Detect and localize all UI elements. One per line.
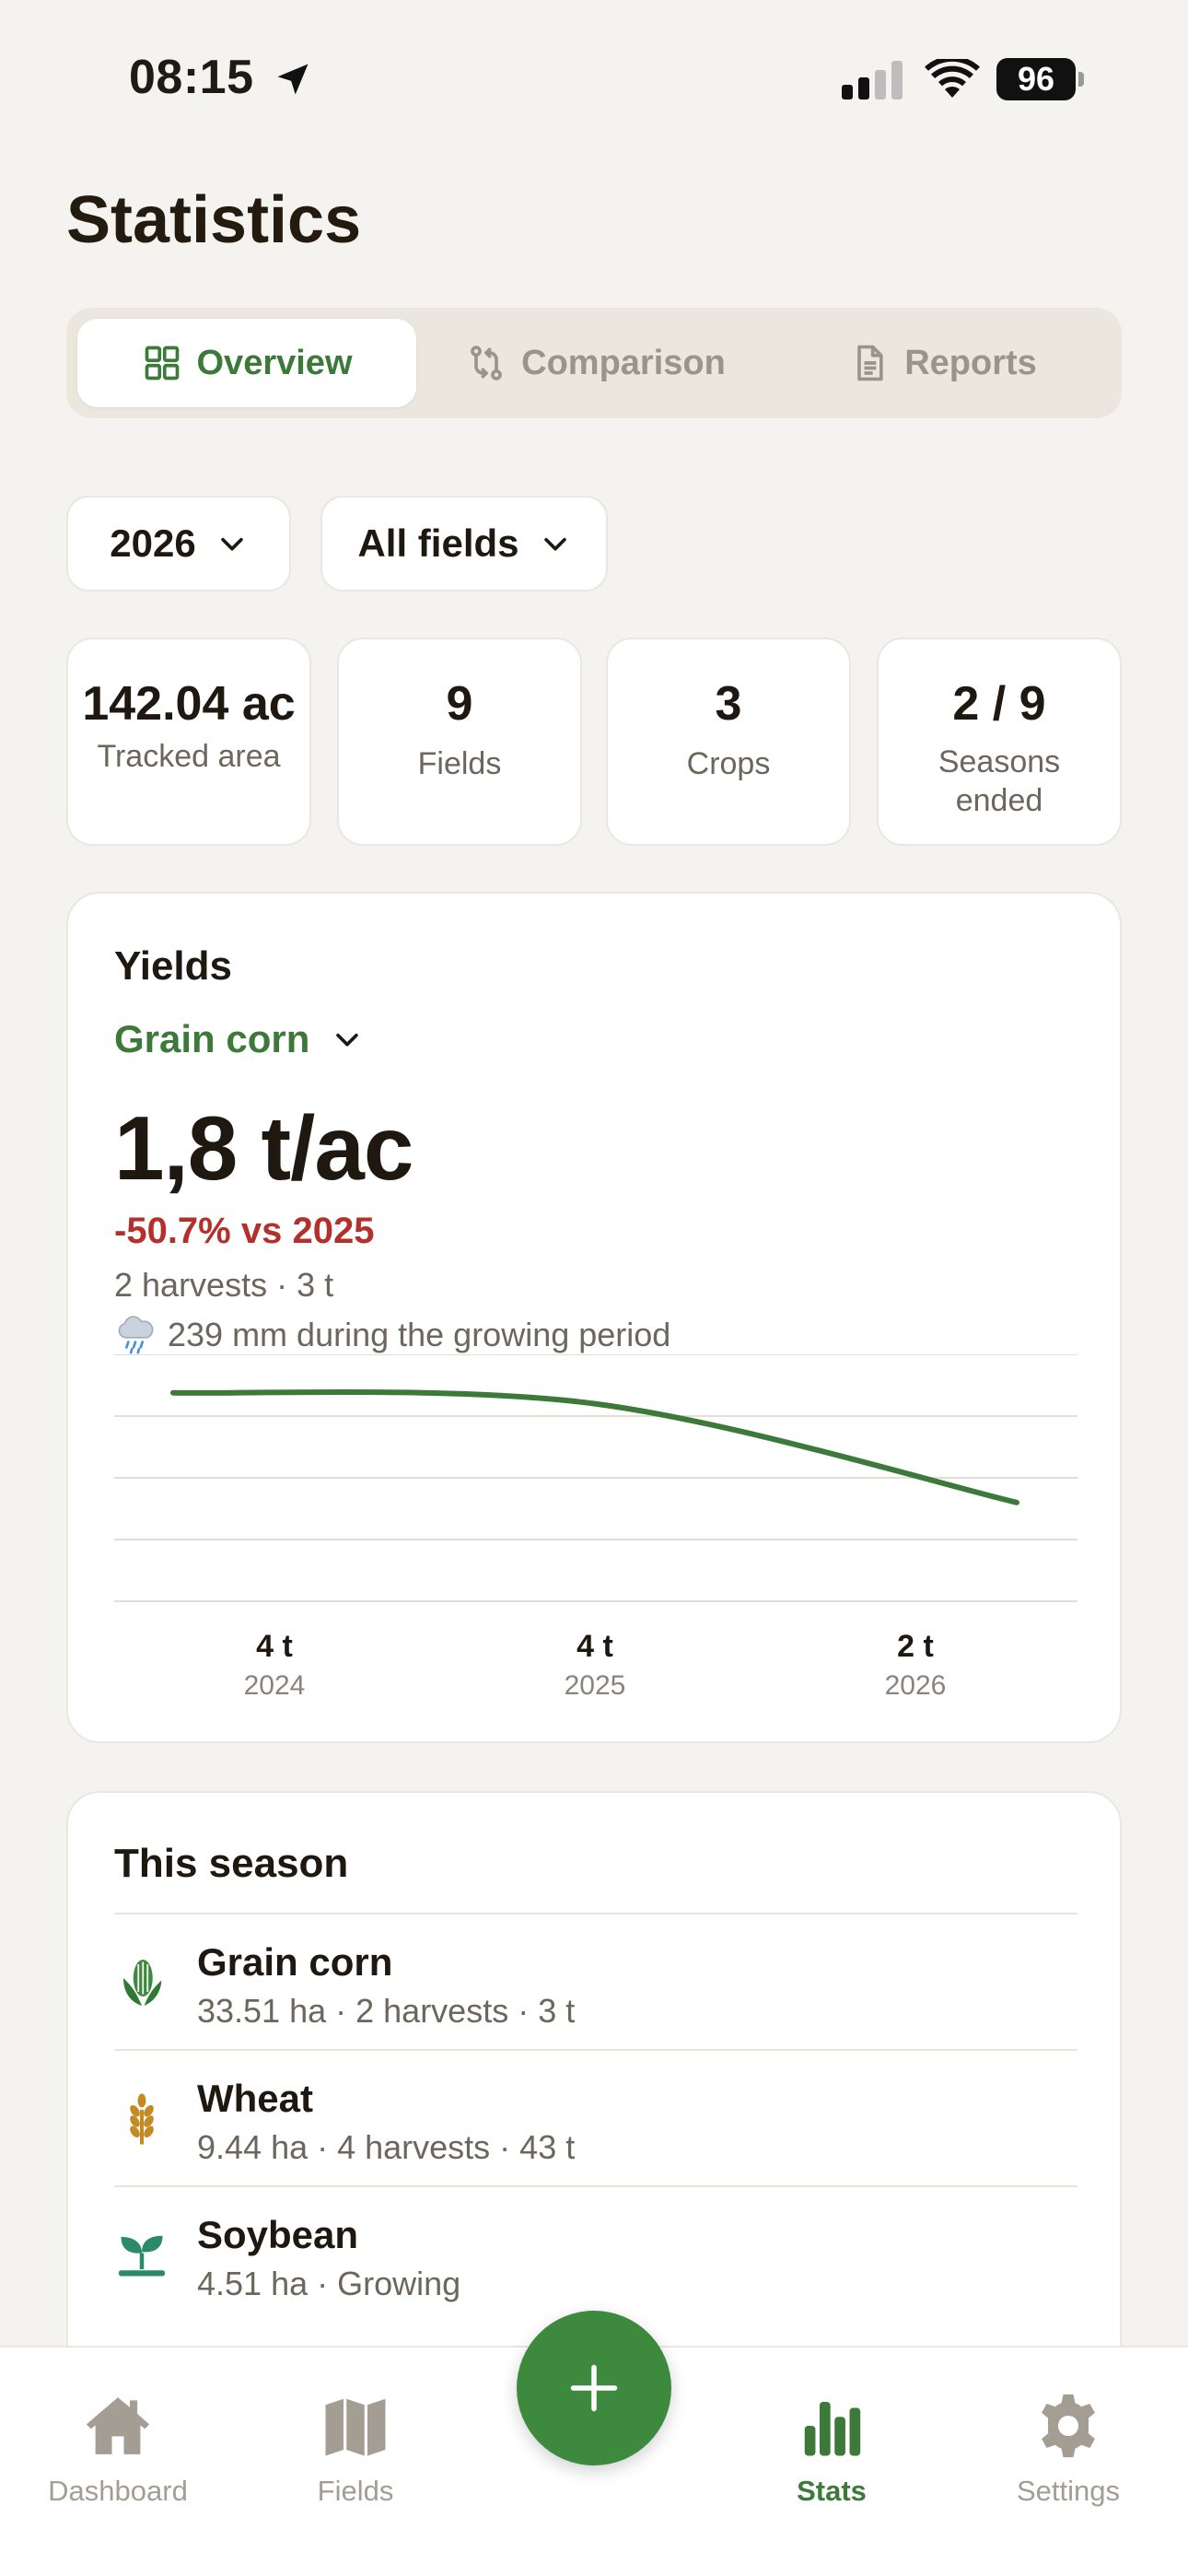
stat-card-tracked-area: 142.04 ac Tracked area: [66, 638, 311, 846]
chart-tick-label: 2026: [884, 1670, 947, 1701]
season-title: This season: [114, 1841, 349, 1886]
nav-dashboard[interactable]: Dashboard: [17, 2390, 219, 2508]
sprout-icon: [119, 2235, 165, 2277]
grid-icon: [145, 345, 179, 381]
year-filter-dropdown[interactable]: 2026: [66, 496, 291, 591]
chart-data-label: 4 t: [577, 1629, 613, 1664]
segmented-tabs: Overview Comparison Reports: [66, 308, 1122, 418]
cellular-signal-icon: [842, 61, 903, 100]
map-icon: [325, 2398, 386, 2456]
stat-label: Crops: [686, 746, 771, 781]
status-time: 08:15: [129, 51, 254, 104]
tab-overview[interactable]: Overview: [77, 319, 416, 407]
stat-value: 142.04 ac: [82, 677, 296, 731]
season-crop-meta: 9.44 ha · 4 harvests · 43 t: [197, 2128, 576, 2166]
stat-value: 9: [446, 677, 473, 731]
nav-fields-label: Fields: [317, 2475, 394, 2507]
nav-stats[interactable]: Stats: [730, 2390, 933, 2508]
wifi-icon: [925, 59, 980, 98]
tab-overview-label: Overview: [196, 343, 353, 382]
season-crop-name: Soybean: [197, 2213, 359, 2256]
nav-settings-label: Settings: [1016, 2475, 1120, 2507]
yields-title: Yields: [114, 943, 232, 989]
battery-tip: [1078, 72, 1084, 87]
rainfall-text: 239 mm during the growing period: [168, 1316, 671, 1353]
year-filter-value: 2026: [110, 521, 196, 565]
corn-icon: [123, 1960, 162, 2006]
stat-card-fields: 9 Fields: [337, 638, 582, 846]
yield-delta: -50.7% vs 2025: [114, 1211, 375, 1251]
bar-chart-icon: [804, 2402, 861, 2456]
chart-tick-label: 2024: [243, 1670, 306, 1701]
location-arrow-icon: [277, 64, 309, 95]
fields-filter-value: All fields: [357, 521, 519, 565]
crop-selector-dropdown[interactable]: Grain corn: [114, 1017, 363, 1061]
season-crop-name: Wheat: [197, 2077, 313, 2120]
season-crop-row[interactable]: Wheat 9.44 ha · 4 harvests · 43 t: [114, 2049, 1077, 2185]
season-crop-row[interactable]: Grain corn 33.51 ha · 2 harvests · 3 t: [114, 1913, 1077, 2049]
rain-cloud-icon: [118, 1316, 154, 1354]
stat-value: 3: [715, 677, 742, 731]
chevron-down-icon: [220, 537, 243, 551]
status-bar: 08:15 96: [0, 0, 1188, 157]
harvest-summary: 2 harvests · 3 t: [114, 1266, 334, 1304]
battery-indicator: 96: [996, 58, 1085, 100]
season-crop-meta: 4.51 ha · Growing: [197, 2265, 461, 2302]
plus-icon: [570, 2364, 618, 2412]
gear-icon: [1042, 2394, 1095, 2458]
yields-card: Yields Grain corn 1,8 t/ac -50.7% vs 202…: [66, 892, 1122, 1743]
rainfall-info: 239 mm during the growing period: [114, 1314, 670, 1356]
nav-settings[interactable]: Settings: [967, 2390, 1170, 2508]
tab-comparison[interactable]: Comparison: [425, 319, 766, 407]
stat-card-seasons-ended: 2 / 9 Seasons ended: [877, 638, 1122, 846]
tab-comparison-label: Comparison: [521, 343, 726, 382]
stat-label: Tracked area: [97, 739, 281, 774]
tab-reports-label: Reports: [904, 343, 1037, 382]
chart-tick-label: 2025: [564, 1670, 626, 1701]
chart-data-label: 2 t: [897, 1629, 934, 1664]
yield-value: 1,8 t/ac: [114, 1097, 413, 1199]
chevron-down-icon: [336, 1033, 359, 1047]
stat-label: Seasons ended: [938, 744, 1061, 818]
add-button[interactable]: [517, 2311, 671, 2465]
chart-x-label: 4 t 2024: [182, 1629, 367, 1702]
season-crop-name: Grain corn: [197, 1940, 393, 1984]
page-title: Statistics: [66, 183, 362, 257]
season-crop-row[interactable]: Soybean 4.51 ha · Growing: [114, 2185, 1077, 2322]
document-icon: [857, 345, 883, 381]
home-icon: [86, 2397, 150, 2454]
chart-x-label: 2 t 2026: [823, 1629, 1007, 1702]
stat-label: Fields: [417, 746, 502, 781]
stat-card-crops: 3 Crops: [606, 638, 851, 846]
yield-line-chart: [114, 1354, 1077, 1602]
crop-selector-value: Grain corn: [114, 1017, 310, 1060]
nav-fields[interactable]: Fields: [254, 2390, 457, 2508]
yield-series-line: [170, 1388, 1019, 1505]
season-crop-meta: 33.51 ha · 2 harvests · 3 t: [197, 1992, 576, 2030]
compare-icon: [471, 345, 503, 381]
tab-reports[interactable]: Reports: [775, 319, 1111, 407]
nav-dashboard-label: Dashboard: [48, 2475, 188, 2507]
stat-value: 2 / 9: [952, 677, 1046, 731]
wheat-icon: [130, 2093, 154, 2145]
chart-data-label: 4 t: [256, 1629, 293, 1664]
chart-x-label: 4 t 2025: [503, 1629, 687, 1702]
fields-filter-dropdown[interactable]: All fields: [320, 496, 608, 591]
battery-level: 96: [996, 58, 1076, 100]
chevron-down-icon: [543, 537, 566, 551]
nav-stats-label: Stats: [797, 2475, 867, 2507]
